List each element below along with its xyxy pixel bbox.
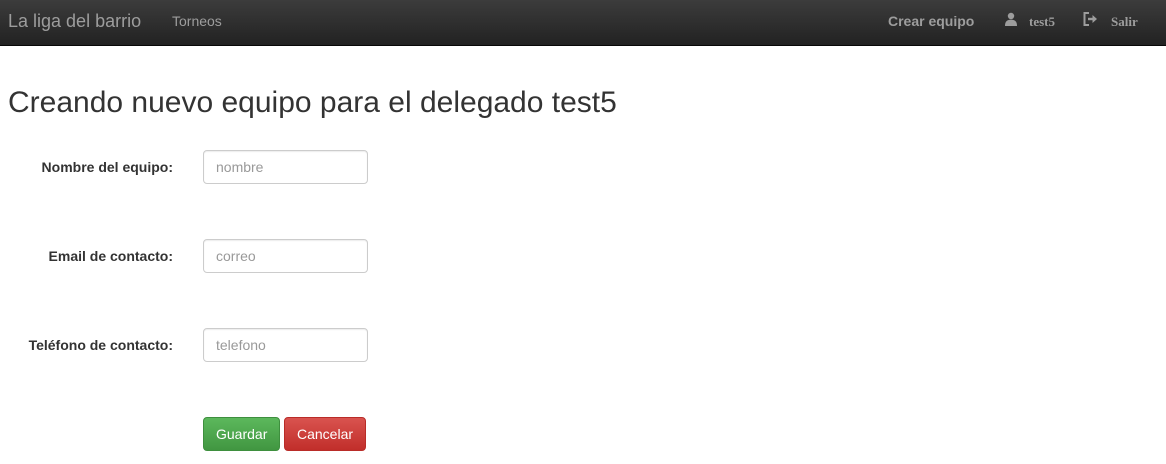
contact-phone-label: Teléfono de contacto: bbox=[28, 337, 173, 353]
logout-icon bbox=[1083, 12, 1098, 30]
user-icon bbox=[1004, 12, 1018, 30]
contact-email-label: Email de contacto: bbox=[48, 248, 173, 264]
logout-label: Salir bbox=[1111, 14, 1138, 29]
team-name-input[interactable] bbox=[203, 150, 368, 184]
page-title: Creando nuevo equipo para el delegado te… bbox=[8, 86, 617, 119]
user-name: test5 bbox=[1029, 14, 1055, 29]
top-navbar: La liga del barrio Torneos Crear equipo … bbox=[0, 0, 1166, 46]
nav-link-torneos[interactable]: Torneos bbox=[172, 13, 222, 29]
brand-link[interactable]: La liga del barrio bbox=[8, 11, 141, 32]
cancel-button[interactable]: Cancelar bbox=[284, 417, 366, 451]
save-button[interactable]: Guardar bbox=[203, 417, 280, 451]
contact-email-input[interactable] bbox=[203, 239, 368, 273]
logout-link[interactable]: Salir bbox=[1083, 12, 1138, 32]
create-team-link[interactable]: Crear equipo bbox=[888, 13, 974, 29]
contact-phone-input[interactable] bbox=[203, 328, 368, 362]
user-link[interactable]: test5 bbox=[1004, 12, 1055, 32]
team-name-label: Nombre del equipo: bbox=[41, 159, 173, 175]
